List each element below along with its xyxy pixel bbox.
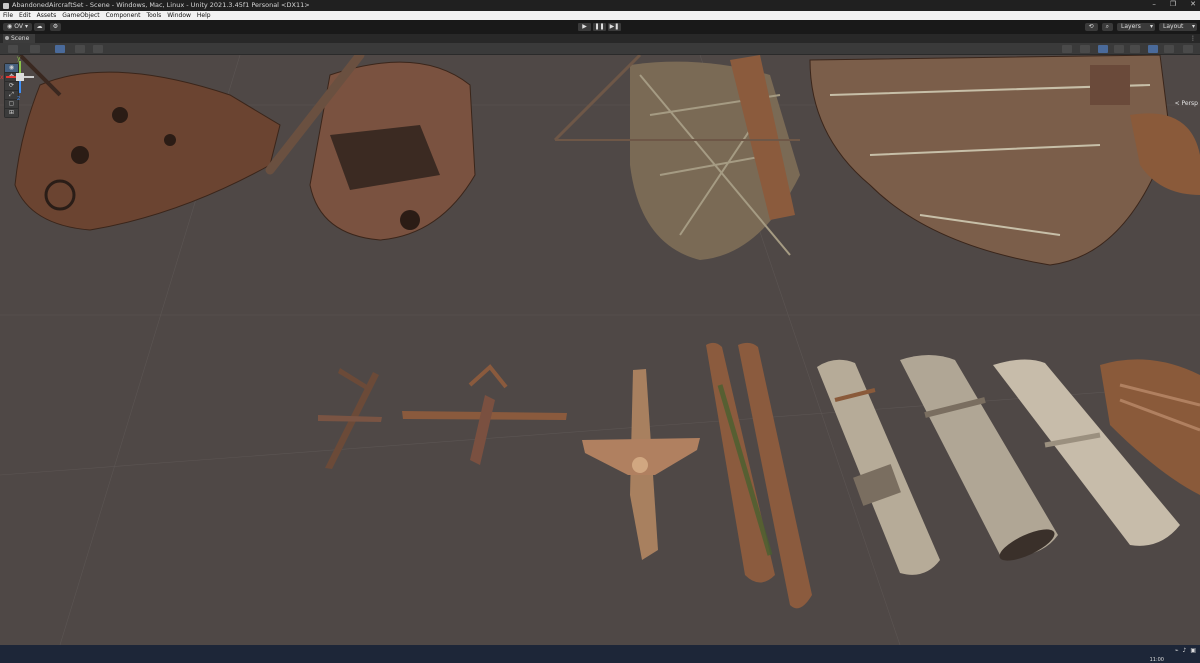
unity-icon (3, 2, 9, 9)
step-button[interactable]: ▶❚ (608, 23, 621, 31)
helicopter-wreck-2 (265, 55, 476, 241)
play-button[interactable]: ▶ (578, 23, 591, 31)
menu-window[interactable]: Window (167, 11, 191, 20)
orientation-gizmo[interactable]: y x z (0, 55, 40, 101)
maximize-button[interactable]: ❐ (1170, 0, 1176, 11)
cloud-icon: ☁ (36, 23, 43, 30)
history-button[interactable]: ⟲ (1084, 23, 1098, 31)
gizmo-x-label: x (0, 74, 4, 81)
camera-button[interactable] (1148, 45, 1158, 53)
settings-icon: ⚙ (52, 23, 59, 30)
layout-label: Layout (1163, 23, 1184, 30)
helicopter-wreck-1 (14, 55, 281, 231)
collab-button[interactable]: ⚙ (50, 23, 61, 31)
search-icon: ⌕ (1105, 23, 1109, 30)
aircraft-model-1 (318, 368, 382, 469)
window-title: AbandonedAircraftSet - Scene - Windows, … (12, 1, 310, 9)
menu-assets[interactable]: Assets (37, 11, 57, 20)
lighting-button[interactable] (1080, 45, 1090, 53)
pause-button[interactable]: ❚❚ (593, 23, 606, 31)
render-mode-button[interactable] (30, 45, 40, 53)
tab-scene[interactable]: Scene (3, 34, 36, 43)
more-options-icon[interactable]: ⋮ (1190, 34, 1196, 43)
missile-wreck-1 (706, 342, 812, 609)
system-clock[interactable]: 11:00 (1150, 657, 1164, 663)
toolbar-right: ⟲ ⌕ Layers Layout (1084, 23, 1197, 31)
draw-mode-button[interactable] (8, 45, 18, 53)
account-label: OV (14, 23, 23, 30)
main-toolbar: ◉ OV ▾ ☁ ⚙ ▶ ❚❚ ▶❚ ⟲ ⌕ Layers Layout (0, 20, 1200, 34)
scene-2d-button[interactable] (1062, 45, 1072, 53)
play-controls: ▶ ❚❚ ▶❚ (578, 23, 621, 31)
snap-button[interactable] (75, 45, 85, 53)
gizmo-z-label: z (17, 95, 20, 101)
rect-tool-icon[interactable]: ▢ (5, 100, 18, 108)
close-button[interactable]: ✕ (1190, 0, 1196, 11)
increment-snap-button[interactable] (93, 45, 103, 53)
grid-button[interactable] (55, 45, 65, 53)
menu-edit[interactable]: Edit (19, 11, 31, 20)
menu-help[interactable]: Help (197, 11, 211, 20)
account-icon: ◉ (7, 23, 13, 30)
gizmo-y-label: y (17, 55, 21, 62)
network-icon[interactable]: ⌁ (1175, 647, 1179, 654)
tab-bar: Scene ⋮ (0, 34, 1200, 43)
search-button[interactable]: ⌕ (1101, 23, 1113, 31)
overlay-button[interactable] (1183, 45, 1193, 53)
volume-icon[interactable]: ♪ (1182, 647, 1186, 654)
minimize-button[interactable]: – (1152, 0, 1156, 11)
fx-button[interactable] (1114, 45, 1124, 53)
menu-bar: File Edit Assets GameObject Component To… (0, 11, 1200, 20)
account-dropdown[interactable]: ◉ OV ▾ (3, 23, 32, 31)
window-controls: – ❐ ✕ (1152, 0, 1196, 11)
menu-tools[interactable]: Tools (146, 11, 161, 20)
projection-label[interactable]: < Persp (1175, 100, 1198, 107)
audio-button[interactable] (1098, 45, 1108, 53)
history-icon: ⟲ (1088, 23, 1094, 30)
hidden-objects-button[interactable] (1130, 45, 1140, 53)
overgrown-wreck-2 (809, 55, 1200, 266)
aircraft-model-2 (402, 364, 567, 465)
layers-label: Layers (1121, 23, 1141, 30)
scene-toolbar (0, 43, 1200, 55)
transform-tool-icon[interactable]: ⊞ (5, 109, 18, 117)
menu-component[interactable]: Component (106, 11, 141, 20)
menu-file[interactable]: File (3, 11, 13, 20)
layers-dropdown[interactable]: Layers (1117, 23, 1155, 31)
scene-viewport[interactable]: ◉ ✥ ⟳ ⤢ ▢ ⊞ y x z < Persp (0, 55, 1200, 645)
layout-dropdown[interactable]: Layout (1159, 23, 1197, 31)
cloud-button[interactable]: ☁ (34, 23, 45, 31)
scene-render (0, 55, 1200, 645)
chevron-down-icon: ▾ (24, 23, 28, 30)
notification-icon[interactable]: ▣ (1190, 647, 1196, 654)
tab-scene-label: Scene (11, 35, 30, 42)
os-taskbar: ⌁ ♪ ▣ 11:00 (0, 645, 1200, 663)
aircraft-model-3 (582, 369, 700, 560)
title-bar: AbandonedAircraftSet - Scene - Windows, … (0, 0, 1200, 11)
system-tray: ⌁ ♪ ▣ (1175, 647, 1196, 654)
gizmos-button[interactable] (1164, 45, 1174, 53)
overgrown-wreck-1 (553, 55, 800, 260)
menu-gameobject[interactable]: GameObject (62, 11, 99, 20)
